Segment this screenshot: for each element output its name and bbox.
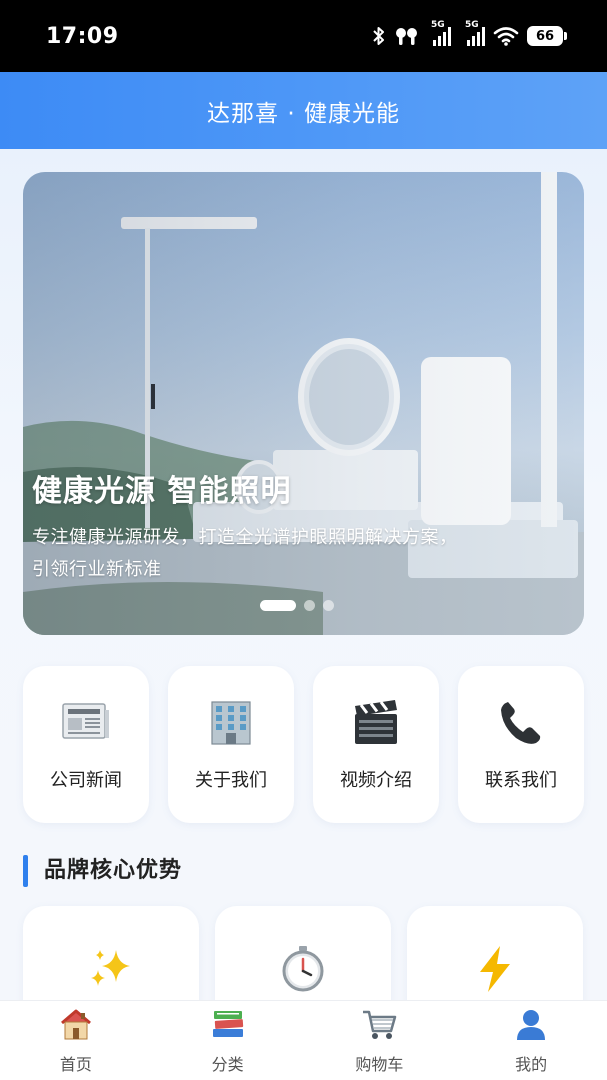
sparkles-icon	[23, 944, 199, 994]
network-label-1: 5G	[431, 20, 445, 30]
tab-cart[interactable]: 购物车	[304, 1001, 456, 1080]
tab-label: 我的	[515, 1055, 548, 1074]
quick-nav-label: 公司新闻	[50, 770, 122, 791]
app-title: 达那喜 · 健康光能	[207, 100, 400, 127]
carousel-indicator[interactable]	[260, 600, 334, 611]
shopping-cart-icon	[304, 1007, 456, 1045]
quick-nav-video-intro[interactable]: 视频介绍	[313, 666, 439, 823]
clapperboard-icon	[313, 698, 439, 750]
status-time: 17:09	[46, 23, 119, 49]
app-header: 达那喜 · 健康光能	[0, 72, 607, 149]
banner-description: 专注健康光源研发，打造全光谱护眼照明解决方案，引领行业新标准	[32, 527, 458, 580]
quick-nav-company-news[interactable]: 公司新闻	[23, 666, 149, 823]
books-icon	[152, 1007, 304, 1045]
quick-nav-about-us[interactable]: 关于我们	[168, 666, 294, 823]
tab-label: 购物车	[355, 1055, 404, 1074]
banner-title: 健康光源 智能照明	[32, 474, 292, 509]
battery-level: 66	[535, 28, 555, 44]
tab-label: 首页	[59, 1055, 92, 1074]
tab-label: 分类	[211, 1055, 244, 1074]
quick-nav-label: 视频介绍	[340, 770, 412, 791]
newspaper-icon	[23, 698, 149, 750]
user-icon	[455, 1007, 607, 1045]
carousel-dot-3[interactable]	[323, 600, 334, 611]
bottom-tab-bar: 首页 分类 购物车 我的	[0, 1000, 607, 1080]
status-icons: 5G 5G 66	[371, 20, 567, 47]
telephone-icon	[458, 698, 584, 750]
earbuds-icon	[396, 28, 417, 45]
wifi-icon	[493, 27, 519, 46]
carousel-dot-2[interactable]	[304, 600, 315, 611]
tab-category[interactable]: 分类	[152, 1001, 304, 1080]
quick-nav-label: 关于我们	[195, 770, 267, 791]
tab-profile[interactable]: 我的	[455, 1001, 607, 1080]
section-accent-bar	[23, 855, 28, 887]
signal-icon: 5G	[465, 20, 485, 46]
carousel-dot-1[interactable]	[260, 600, 296, 611]
office-building-icon	[168, 698, 294, 750]
battery-icon: 66	[527, 26, 567, 46]
quick-nav-label: 联系我们	[485, 770, 557, 791]
tab-home[interactable]: 首页	[0, 1001, 152, 1080]
network-label-2: 5G	[465, 20, 479, 30]
signal-icon: 5G	[431, 20, 451, 46]
status-bar: 17:09 5G 5G 66	[0, 0, 607, 72]
stopwatch-icon	[215, 944, 391, 994]
bluetooth-icon	[373, 27, 384, 45]
quick-nav-contact-us[interactable]: 联系我们	[458, 666, 584, 823]
section-title: 品牌核心优势	[44, 858, 183, 883]
lightning-icon	[407, 944, 583, 994]
house-icon	[0, 1007, 152, 1045]
